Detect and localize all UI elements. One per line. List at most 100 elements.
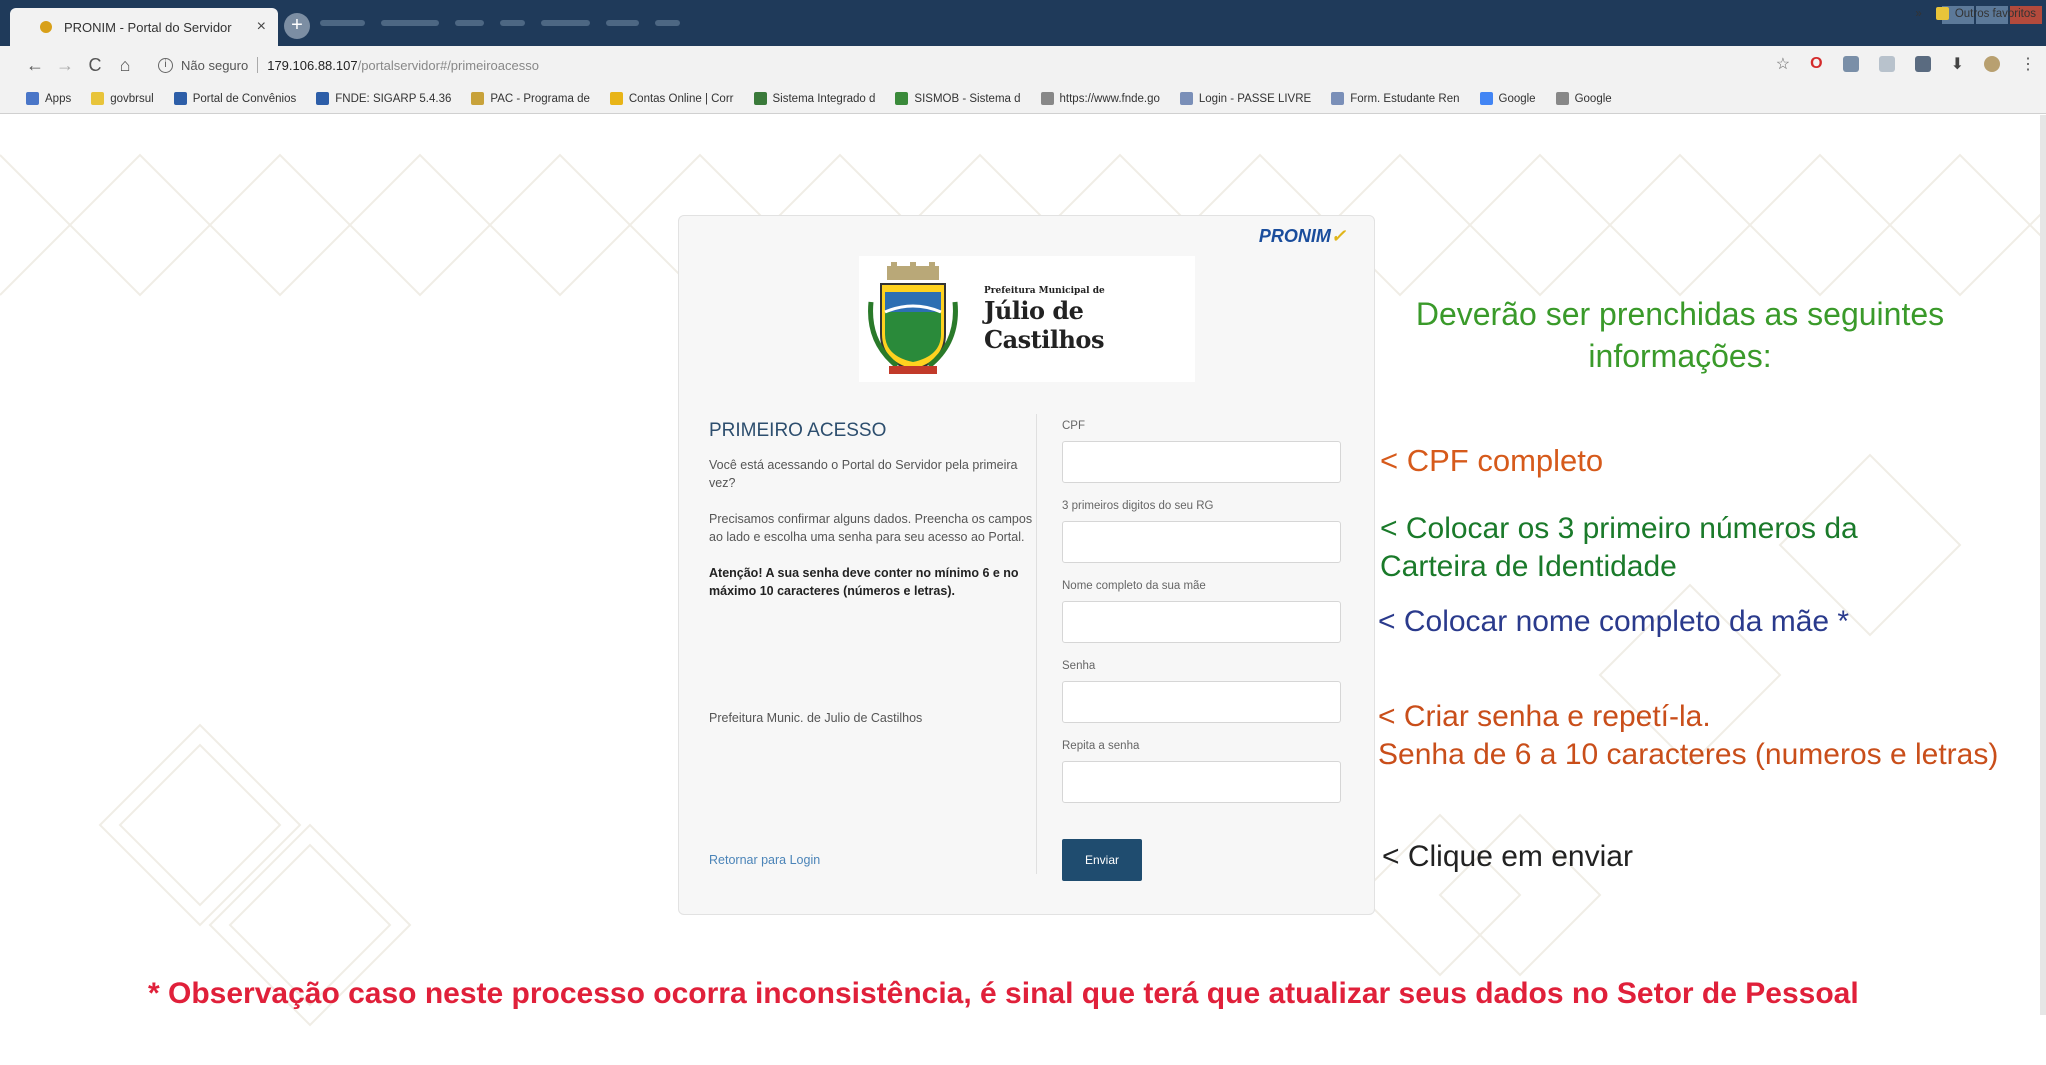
info-column: PRIMEIRO ACESSO Você está acessando o Po… [709,420,1039,600]
municipality-logo: Prefeitura Municipal de Júlio de Castilh… [859,256,1195,382]
bookmark-label: Form. Estudante Ren [1350,92,1460,105]
annotation-rg-line2: Carteira de Identidade [1380,550,1677,583]
extension-icon[interactable] [1914,56,1931,72]
info-icon[interactable]: i [158,57,173,73]
observation-note: * Observação caso neste processo ocorra … [148,977,1859,1010]
bookmark-item[interactable]: Login - PASSE LIVRE [1179,92,1312,105]
bookmark-item[interactable]: SISMOB - Sistema d [895,92,1021,105]
opera-extension-icon[interactable]: O [1810,55,1822,73]
bookmark-label: Google [1498,92,1536,105]
blurred-tab-titles [320,20,680,28]
bookmark-favicon-icon [895,92,909,105]
profile-avatar-icon[interactable] [1984,56,2000,72]
new-tab-button[interactable]: + [284,13,310,39]
bookmark-favicon-icon [1555,92,1569,105]
other-bookmarks-link[interactable]: Outros favoritos [1955,8,2036,20]
bookmark-label: SISMOB - Sistema d [914,92,1021,105]
bookmark-label: Sistema Integrado d [772,92,876,105]
bookmark-label: FNDE: SIGARP 5.4.36 [335,92,452,105]
bookmark-favicon-icon [753,92,767,105]
bookmark-label: Login - PASSE LIVRE [1198,92,1312,105]
menu-dots-icon[interactable]: ⋮ [2020,54,2036,74]
password-warning: Atenção! A sua senha deve conter no míni… [709,566,1019,598]
bookmark-item[interactable]: PAC - Programa de [471,92,590,105]
bookmark-label: Apps [45,92,72,105]
bookmark-label: govbrsul [110,92,154,105]
annotation-password-line2: Senha de 6 a 10 caracteres (numeros e le… [1378,738,1999,771]
cpf-label: CPF [1062,420,1085,432]
login-card: PRONIM✓ Prefeitura Municipal de Júlio de… [678,215,1375,915]
bookmarks-bar-right: » Outros favoritos [1915,7,2036,20]
close-tab-icon[interactable]: × [257,18,266,36]
bookmark-item[interactable]: https://www.fnde.go [1040,92,1160,105]
page-content: PRONIM✓ Prefeitura Municipal de Júlio de… [0,115,2046,1065]
bookmark-favicon-icon [1479,92,1493,105]
bookmark-favicon-icon [173,92,187,105]
bookmark-item[interactable]: Contas Online | Corr [609,92,734,105]
bookmark-favicon-icon [26,92,39,105]
flag-extension-icon[interactable] [1842,56,1859,72]
browser-toolbar: ← → C ⌂ i Não seguro 179.106.88.107 /por… [0,46,2046,84]
back-arrow-icon[interactable]: ← [20,55,50,76]
annotation-rg: < Colocar os 3 primeiro números da Carte… [1380,510,1858,586]
page-scrollbar[interactable] [2040,115,2046,1015]
forward-arrow-icon[interactable]: → [50,55,80,76]
folder-icon [1935,7,1949,20]
not-secure-label: Não seguro [181,57,249,73]
submit-button[interactable]: Enviar [1062,839,1142,881]
toolbar-right-icons: ☆ O ⬇ ⋮ [1776,54,2036,74]
annotation-submit: < Clique em enviar [1382,840,1633,873]
bookmark-label: PAC - Programa de [490,92,590,105]
bookmark-item[interactable]: Apps [26,92,71,105]
address-bar[interactable]: i Não seguro 179.106.88.107 /portalservi… [158,57,539,73]
repeat-password-input[interactable] [1062,761,1341,803]
prefeitura-name: Prefeitura Munic. de Julio de Castilhos [709,711,923,725]
bookmark-label: https://www.fnde.go [1059,92,1160,105]
browser-tabstrip: PRONIM - Portal do Servidor × + [0,0,2046,46]
bookmark-item[interactable]: Google [1479,92,1536,105]
logo-title: Júlio de Castilhos [984,296,1104,354]
url-path: /portalservidor#/primeiroacesso [357,57,539,73]
annotation-heading-line1: Deverão ser prenchidas as seguintes [1415,296,1945,332]
bookmark-favicon-icon [1040,92,1054,105]
password-label: Senha [1062,660,1096,672]
rg-label: 3 primeiros digitos do seu RG [1062,500,1214,512]
annotation-heading-line2: informações: [1588,338,1772,374]
instructions-text: Precisamos confirmar alguns dados. Preen… [709,512,1033,544]
annotation-password: < Criar senha e repetí-la. Senha de 6 a … [1378,698,1998,774]
download-icon[interactable]: ⬇ [1951,54,1964,74]
bookmark-item[interactable]: Sistema Integrado d [753,92,876,105]
bookmark-item[interactable]: govbrsul [91,92,154,105]
annotation-password-line1: < Criar senha e repetí-la. [1378,700,1711,733]
browser-tab-active[interactable]: PRONIM - Portal do Servidor × [10,8,278,46]
bookmark-favicon-icon [1331,92,1345,105]
password-input[interactable] [1062,681,1341,723]
bookmark-label: Contas Online | Corr [628,92,734,105]
intro-text: Você está acessando o Portal do Servidor… [709,458,1018,490]
reload-icon[interactable]: C [80,55,110,76]
bookmark-item[interactable]: Google [1555,92,1612,105]
mother-name-input[interactable] [1062,601,1341,643]
extension-icon[interactable] [1878,56,1895,72]
bookmark-item[interactable]: Portal de Convênios [173,92,297,105]
annotation-rg-line1: < Colocar os 3 primeiro números da [1380,512,1858,545]
column-divider [1036,414,1037,874]
more-bookmarks-icon[interactable]: » [1915,8,1921,20]
bookmark-item[interactable]: Form. Estudante Ren [1331,92,1460,105]
bookmark-favicon-icon [609,92,623,105]
annotation-cpf: < CPF completo [1380,443,1604,478]
bookmark-item[interactable]: FNDE: SIGARP 5.4.36 [316,92,451,105]
back-to-login-link[interactable]: Retornar para Login [709,853,820,867]
annotation-heading: Deverão ser prenchidas as seguintes info… [1400,293,1960,377]
page-title: PRIMEIRO ACESSO [709,420,887,441]
tab-title: PRONIM - Portal do Servidor [64,19,232,35]
coat-of-arms-icon [868,262,958,374]
pronim-brand-logo: PRONIM✓ [1258,226,1346,246]
bookmark-label: Portal de Convênios [192,92,297,105]
bookmarks-bar: Apps govbrsul Portal de Convênios FNDE: SIG… [0,84,2046,114]
cpf-input[interactable] [1062,441,1341,483]
bookmark-favicon-icon [1179,92,1193,105]
home-icon[interactable]: ⌂ [110,55,140,76]
bookmark-star-icon[interactable]: ☆ [1776,54,1790,74]
rg-input[interactable] [1062,521,1341,563]
